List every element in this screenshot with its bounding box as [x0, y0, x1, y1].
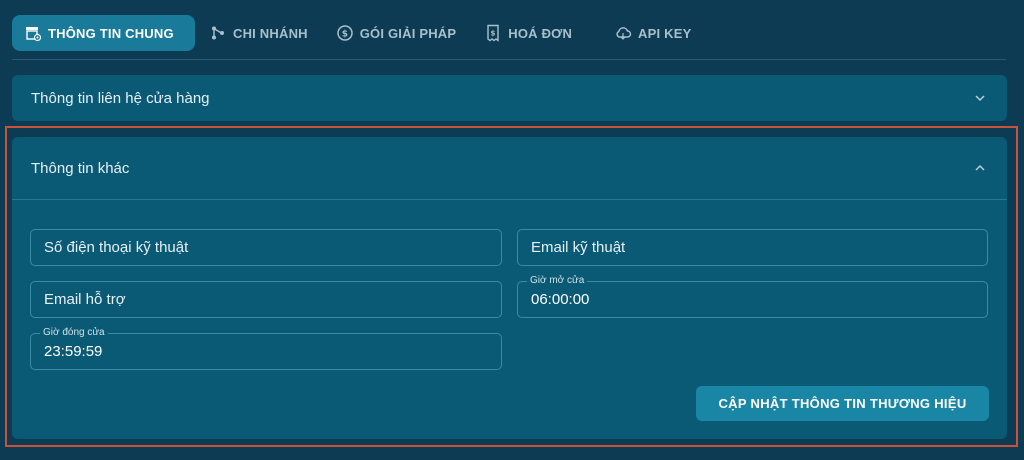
- tab-general-info[interactable]: THÔNG TIN CHUNG: [12, 15, 195, 51]
- store-settings-icon: [24, 24, 42, 42]
- settings-page: THÔNG TIN CHUNG CHI NHÁNH $ GÓI GIẢI PHÁ…: [0, 0, 1024, 460]
- cloud-icon: [614, 24, 632, 42]
- tab-invoices[interactable]: $ HOÁ ĐƠN: [470, 15, 586, 51]
- contact-info-title: Thông tin liên hệ cửa hàng: [31, 89, 210, 107]
- other-info-header[interactable]: Thông tin khác: [12, 137, 1007, 199]
- branch-icon: [209, 24, 227, 42]
- tech-email-placeholder: Email kỹ thuật: [531, 239, 626, 256]
- chevron-up-icon: [975, 164, 985, 171]
- update-button-label: CẬP NHẬT THÔNG TIN THƯƠNG HIỆU: [718, 396, 967, 411]
- tab-label: THÔNG TIN CHUNG: [48, 25, 174, 41]
- tab-label: CHI NHÁNH: [233, 25, 308, 41]
- svg-text:$: $: [491, 30, 496, 38]
- tech-email-field[interactable]: Email kỹ thuật: [517, 229, 988, 266]
- support-email-placeholder: Email hỗ trợ: [44, 291, 126, 308]
- update-brand-info-button[interactable]: CẬP NHẬT THÔNG TIN THƯƠNG HIỆU: [696, 386, 989, 421]
- section-divider: [12, 199, 1007, 200]
- open-time-field[interactable]: Giờ mở cửa 06:00:00: [517, 275, 988, 318]
- tab-divider: [12, 59, 1006, 60]
- tab-api-key[interactable]: API KEY: [586, 15, 705, 51]
- contact-info-accordion: Thông tin liên hệ cửa hàng: [12, 75, 1007, 121]
- close-time-field[interactable]: Giờ đóng cửa 23:59:59: [30, 327, 502, 370]
- contact-info-header[interactable]: Thông tin liên hệ cửa hàng: [12, 75, 1007, 121]
- other-info-title: Thông tin khác: [31, 159, 130, 177]
- svg-text:$: $: [342, 30, 348, 40]
- tab-solution-plans[interactable]: $ GÓI GIẢI PHÁP: [322, 15, 471, 51]
- receipt-icon: $: [484, 24, 502, 42]
- dollar-cycle-icon: $: [336, 24, 354, 42]
- support-email-field[interactable]: Email hỗ trợ: [30, 281, 502, 318]
- close-time-value: 23:59:59: [44, 343, 103, 360]
- tab-label: API KEY: [638, 25, 692, 41]
- close-time-label: Giờ đóng cửa: [40, 327, 108, 339]
- tab-bar: THÔNG TIN CHUNG CHI NHÁNH $ GÓI GIẢI PHÁ…: [12, 15, 705, 51]
- tab-branches[interactable]: CHI NHÁNH: [195, 15, 322, 51]
- open-time-value: 06:00:00: [531, 291, 590, 308]
- tab-label: HOÁ ĐƠN: [508, 25, 573, 41]
- tab-label: GÓI GIẢI PHÁP: [359, 25, 457, 41]
- tech-phone-placeholder: Số điện thoại kỹ thuật: [44, 239, 189, 256]
- open-time-label: Giờ mở cửa: [527, 275, 588, 287]
- tech-phone-field[interactable]: Số điện thoại kỹ thuật: [30, 229, 502, 266]
- chevron-down-icon: [975, 95, 985, 102]
